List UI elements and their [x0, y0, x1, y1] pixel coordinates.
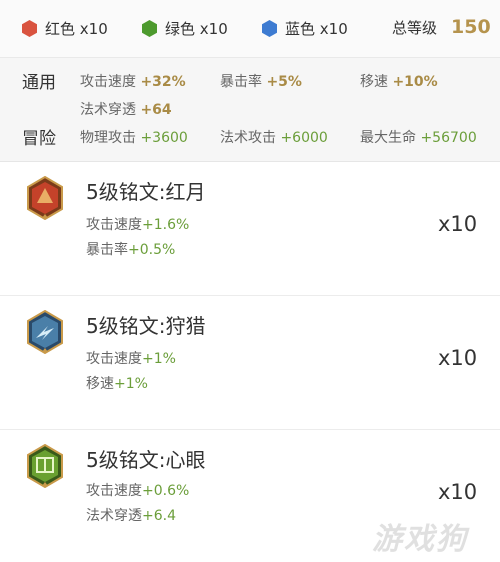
- rune-stat-line: 攻击速度+1.6%: [86, 217, 190, 233]
- red-rune-count: 红色 x10: [22, 18, 108, 39]
- total-level-value: 150: [451, 16, 491, 38]
- rune-item-hunt[interactable]: 5级铭文:狩猎 攻击速度+1% 移速+1% x10: [0, 296, 500, 430]
- rune-color-summary: 红色 x10 绿色 x10 蓝色 x10 总等级 150: [0, 0, 500, 58]
- stats-panel: 通用 攻击速度 +32% 暴击率 +5% 移速 +10% 法术穿透 +64 冒险…: [0, 58, 500, 162]
- stat-attack-speed: 攻击速度 +32%: [80, 74, 186, 90]
- rune-stat-line: 移速+1%: [86, 376, 148, 392]
- hunt-rune-icon: [27, 310, 63, 354]
- green-hex-icon: [142, 20, 157, 37]
- stat-magic-attack: 法术攻击 +6000: [220, 130, 328, 146]
- rune-stat-line: 法术穿透+6.4: [86, 508, 176, 524]
- stat-crit-rate: 暴击率 +5%: [220, 74, 302, 90]
- stat-move-speed: 移速 +10%: [360, 74, 438, 90]
- stat-magic-penetration: 法术穿透 +64: [80, 102, 172, 118]
- rune-quantity: x10: [438, 480, 478, 504]
- general-section-label: 通用: [22, 73, 56, 93]
- adventure-section-label: 冒险: [22, 129, 56, 149]
- watermark-logo: 游戏狗: [372, 522, 468, 557]
- rune-stat-line: 暴击率+0.5%: [86, 242, 176, 258]
- rune-name: 5级铭文:狩猎: [86, 314, 206, 338]
- total-level: 总等级 150: [392, 16, 491, 38]
- rune-item-red-moon[interactable]: 5级铭文:红月 攻击速度+1.6% 暴击率+0.5% x10: [0, 162, 500, 296]
- rune-quantity: x10: [438, 346, 478, 370]
- stat-physical-attack: 物理攻击 +3600: [80, 130, 188, 146]
- stat-max-health: 最大生命 +56700: [360, 130, 477, 146]
- rune-name: 5级铭文:心眼: [86, 448, 206, 472]
- blue-hex-icon: [262, 20, 277, 37]
- red-moon-rune-icon: [27, 176, 63, 220]
- mind-eye-rune-icon: [27, 444, 63, 488]
- rune-name: 5级铭文:红月: [86, 180, 206, 204]
- rune-quantity: x10: [438, 212, 478, 236]
- rune-stat-line: 攻击速度+0.6%: [86, 483, 190, 499]
- red-hex-icon: [22, 20, 37, 37]
- blue-rune-count: 蓝色 x10: [262, 18, 348, 39]
- rune-stat-line: 攻击速度+1%: [86, 351, 176, 367]
- green-rune-count: 绿色 x10: [142, 18, 228, 39]
